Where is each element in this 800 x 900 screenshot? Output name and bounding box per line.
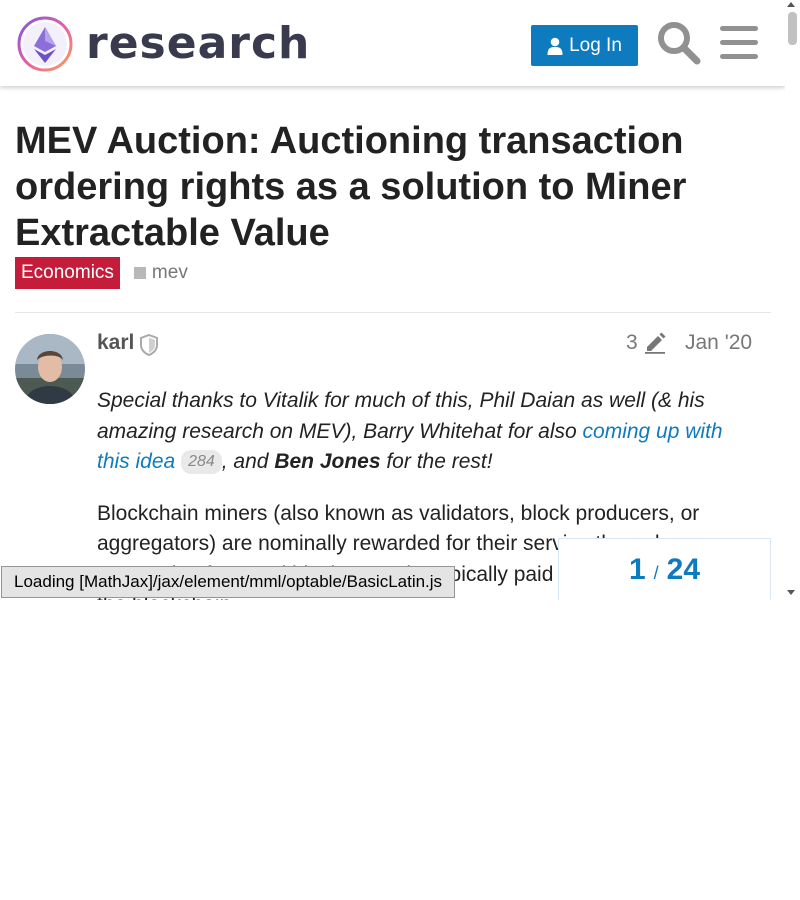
search-icon — [658, 22, 701, 65]
intro-text-2: , and — [221, 450, 275, 473]
shield-icon — [140, 334, 158, 356]
site-logo[interactable]: research — [16, 14, 309, 74]
search-button[interactable] — [656, 20, 702, 66]
category-badge[interactable]: Economics — [15, 257, 120, 289]
page-viewport: research Log In MEV Auction: Auctioning … — [0, 0, 785, 600]
progress-current: 1 — [628, 553, 646, 586]
hamburger-menu-icon — [720, 26, 758, 59]
logo-wordmark: research — [86, 18, 311, 69]
login-button[interactable]: Log In — [531, 25, 638, 66]
avatar-photo — [15, 334, 85, 404]
post-paragraph-1: Special thanks to Vitalik for much of th… — [97, 386, 757, 478]
edit-count: 3 — [626, 331, 638, 354]
progress-slash: / — [653, 563, 659, 583]
pencil-icon — [644, 332, 666, 354]
edit-history-button[interactable]: 3 — [626, 331, 666, 355]
tag-mev[interactable]: mev — [133, 262, 188, 284]
vertical-scrollbar[interactable] — [785, 0, 800, 600]
intro-bold-name: Ben Jones — [274, 450, 381, 473]
user-icon — [547, 37, 563, 55]
topic-divider — [15, 312, 771, 313]
topic-tags: Economics mev — [15, 257, 188, 289]
intro-text-3: for the rest! — [380, 450, 493, 473]
link-click-count: 284 — [181, 450, 222, 474]
post-date[interactable]: Jan '20 — [685, 331, 752, 355]
author-name[interactable]: karl — [97, 331, 134, 355]
topic-title[interactable]: MEV Auction: Auctioning transaction orde… — [15, 118, 755, 256]
scroll-down-arrow-icon[interactable] — [787, 590, 795, 595]
topic-progress-widget[interactable]: 1 / 24 — [558, 538, 771, 600]
author-avatar[interactable] — [15, 334, 85, 404]
tag-square-icon — [133, 267, 146, 279]
tag-label: mev — [151, 262, 188, 283]
progress-counter: 1 / 24 — [629, 553, 700, 587]
site-header: research Log In — [0, 0, 785, 86]
mathjax-loading-message: Loading [MathJax]/jax/element/mml/optabl… — [1, 566, 456, 598]
scrollbar-thumb[interactable] — [788, 12, 797, 45]
progress-total: 24 — [666, 553, 701, 586]
menu-button[interactable] — [718, 22, 760, 64]
ethereum-logo-icon — [17, 16, 73, 72]
scroll-up-arrow-icon[interactable] — [787, 2, 795, 7]
login-label: Log In — [569, 34, 622, 56]
